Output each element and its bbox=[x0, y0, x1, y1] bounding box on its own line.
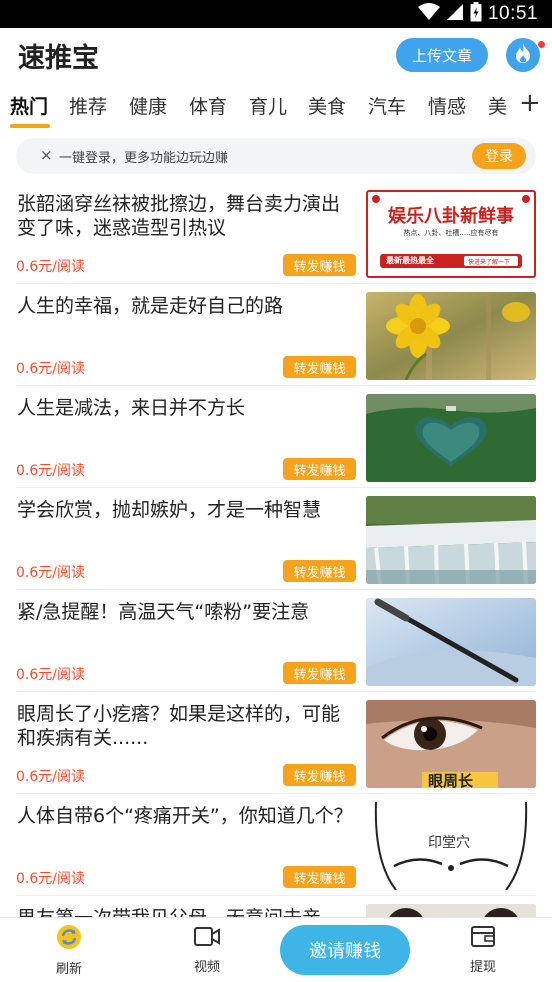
tab-health[interactable]: 健康 bbox=[129, 92, 167, 119]
share-earn-button[interactable]: 转发赚钱 bbox=[283, 458, 356, 480]
tab-parenting[interactable]: 育儿 bbox=[249, 92, 287, 119]
article-title: 人生是减法，来日并不方长 bbox=[17, 397, 246, 419]
signal-icon bbox=[446, 3, 464, 25]
article-feed: 张韶涵穿丝袜被批擦边，舞台卖力演出变了味，迷惑造型引热议 0.6元/阅读 转发赚… bbox=[0, 182, 552, 917]
article-thumbnail bbox=[366, 292, 536, 380]
wallet-icon bbox=[470, 924, 496, 952]
nav-video-label: 视频 bbox=[193, 960, 220, 975]
share-earn-button[interactable]: 转发赚钱 bbox=[283, 866, 356, 888]
video-icon bbox=[193, 924, 221, 952]
nav-video[interactable]: 视频 bbox=[177, 924, 237, 975]
article-title: 男友第一次带我见父母，无意间去亲 bbox=[17, 906, 357, 917]
share-earn-button[interactable]: 转发赚钱 bbox=[283, 560, 356, 582]
category-tabs: 热门 推荐 健康 体育 育儿 美食 汽车 情感 美 + bbox=[0, 84, 552, 130]
article-thumbnail: 娱乐八卦新鲜事 热点、八卦、吐槽.....应有尽有 最新最热最全 快进来了解一下 bbox=[366, 190, 536, 278]
notification-dot bbox=[537, 40, 546, 49]
article-item[interactable]: 眼周长了小疙瘩？如果是这样的，可能和疾病有关...... 0.6元/阅读 转发赚… bbox=[0, 692, 552, 794]
article-title: 眼周长了小疙瘩？如果是这样的，可能和疾病有关...... bbox=[17, 703, 341, 749]
article-thumbnail bbox=[366, 496, 536, 584]
share-earn-button[interactable]: 转发赚钱 bbox=[283, 356, 356, 378]
article-thumbnail: 印堂穴 bbox=[366, 802, 536, 890]
thumb-ent-title: 娱乐八卦新鲜事 bbox=[388, 206, 514, 227]
article-title: 紧/急提醒！高温天气“嗦粉”要注意 bbox=[17, 601, 310, 623]
article-title: 张韶涵穿丝袜被批擦边，舞台卖力演出变了味，迷惑造型引热议 bbox=[17, 193, 341, 239]
article-thumbnail bbox=[366, 598, 536, 686]
tab-food[interactable]: 美食 bbox=[308, 92, 346, 119]
article-price: 0.6元/阅读 bbox=[16, 769, 85, 785]
flame-icon bbox=[514, 42, 532, 68]
article-thumbnail bbox=[366, 394, 536, 482]
article-price: 0.6元/阅读 bbox=[16, 667, 85, 683]
tab-cars[interactable]: 汽车 bbox=[368, 92, 406, 119]
share-earn-button[interactable]: 转发赚钱 bbox=[283, 662, 356, 684]
article-item[interactable]: 男友第一次带我见父母，无意间去亲 bbox=[0, 896, 552, 917]
active-tab-indicator bbox=[10, 124, 50, 128]
nav-refresh[interactable]: 刷新 bbox=[39, 924, 99, 977]
wifi-icon bbox=[417, 3, 440, 25]
login-prompt-text: 一键登录，更多功能边玩边赚 bbox=[59, 151, 229, 166]
add-tab-button[interactable]: + bbox=[519, 88, 541, 118]
article-item[interactable]: 人生的幸福，就是走好自己的路 0.6元/阅读 转发赚钱 bbox=[0, 284, 552, 386]
status-time: 10:51 bbox=[487, 3, 538, 24]
thumb-ent-banner: 最新最热最全 bbox=[386, 256, 434, 265]
hot-button[interactable] bbox=[506, 38, 540, 72]
article-title: 学会欣赏，抛却嫉妒，才是一种智慧 bbox=[17, 499, 322, 521]
tab-hot[interactable]: 热门 bbox=[10, 92, 48, 119]
tab-emotion[interactable]: 情感 bbox=[428, 92, 466, 119]
nav-withdraw-label: 提现 bbox=[469, 960, 496, 975]
bottom-navigation: 刷新 视频 邀请赚钱 提现 bbox=[0, 917, 552, 982]
login-banner: × 一键登录，更多功能边玩边赚 登录 bbox=[16, 138, 536, 174]
app-header: 速推宝 上传文章 bbox=[0, 28, 552, 84]
tab-recommend[interactable]: 推荐 bbox=[69, 92, 107, 119]
article-item[interactable]: 张韶涵穿丝袜被批擦边，舞台卖力演出变了味，迷惑造型引热议 0.6元/阅读 转发赚… bbox=[0, 182, 552, 284]
invite-earn-button[interactable]: 邀请赚钱 bbox=[280, 925, 410, 975]
battery-icon bbox=[470, 2, 482, 26]
article-price: 0.6元/阅读 bbox=[16, 361, 85, 377]
tab-sports[interactable]: 体育 bbox=[189, 92, 227, 119]
article-title: 人体自带6个“疼痛开关”，你知道几个？ bbox=[17, 805, 353, 827]
share-earn-button[interactable]: 转发赚钱 bbox=[283, 254, 356, 276]
login-button[interactable]: 登录 bbox=[472, 143, 526, 169]
article-title: 人生的幸福，就是走好自己的路 bbox=[17, 295, 284, 317]
article-item[interactable]: 人体自带6个“疼痛开关”，你知道几个？ 0.6元/阅读 转发赚钱 印堂穴 bbox=[0, 794, 552, 896]
tab-beauty[interactable]: 美 bbox=[488, 92, 507, 119]
share-earn-button[interactable]: 转发赚钱 bbox=[283, 764, 356, 786]
close-icon[interactable]: × bbox=[40, 146, 53, 164]
thumb-eye-caption: 眼周长 bbox=[428, 772, 474, 788]
thumb-acupoint-label: 印堂穴 bbox=[428, 835, 470, 851]
article-item[interactable]: 学会欣赏，抛却嫉妒，才是一种智慧 0.6元/阅读 转发赚钱 bbox=[0, 488, 552, 590]
nav-refresh-label: 刷新 bbox=[55, 962, 82, 977]
app-title: 速推宝 bbox=[18, 43, 99, 74]
upload-article-button[interactable]: 上传文章 bbox=[396, 38, 488, 72]
article-item[interactable]: 人生是减法，来日并不方长 0.6元/阅读 转发赚钱 bbox=[0, 386, 552, 488]
article-thumbnail bbox=[366, 904, 536, 917]
status-bar: 10:51 bbox=[0, 0, 552, 28]
article-thumbnail: 眼周长 bbox=[366, 700, 536, 788]
thumb-ent-subtitle: 热点、八卦、吐槽.....应有尽有 bbox=[403, 229, 499, 237]
article-price: 0.6元/阅读 bbox=[16, 463, 85, 479]
article-price: 0.6元/阅读 bbox=[16, 871, 85, 887]
article-price: 0.6元/阅读 bbox=[16, 259, 85, 275]
article-price: 0.6元/阅读 bbox=[16, 565, 85, 581]
refresh-icon bbox=[56, 924, 82, 954]
nav-withdraw[interactable]: 提现 bbox=[453, 924, 513, 975]
article-item[interactable]: 紧/急提醒！高温天气“嗦粉”要注意 0.6元/阅读 转发赚钱 bbox=[0, 590, 552, 692]
thumb-ent-tag: 快进来了解一下 bbox=[468, 259, 511, 266]
